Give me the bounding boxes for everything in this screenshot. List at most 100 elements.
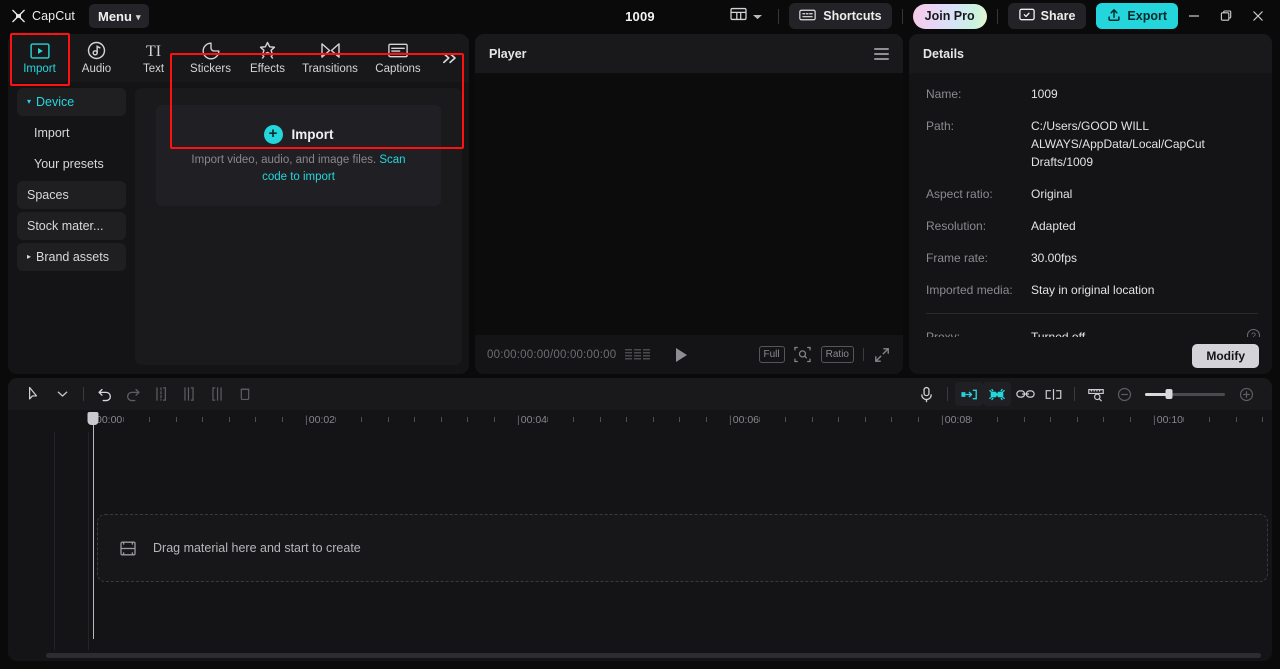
divider (947, 387, 948, 401)
timeline-zoom-slider[interactable] (1145, 389, 1225, 399)
tab-text-label: Text (142, 62, 165, 75)
ruler-minor-tick (811, 417, 813, 422)
export-button[interactable]: Export (1096, 3, 1178, 29)
detail-key: Aspect ratio: (926, 187, 993, 201)
timeline-playhead-line (93, 425, 94, 639)
modify-button[interactable]: Modify (1192, 343, 1259, 368)
audio-waveform-lines-icon[interactable] (625, 349, 651, 360)
zoom-slider-handle[interactable] (1165, 389, 1173, 399)
captions-icon (388, 41, 408, 61)
tab-captions[interactable]: Captions (364, 35, 432, 81)
ruler-minor-tick (414, 417, 415, 422)
ruler-minor-tick (149, 417, 150, 422)
join-pro-button[interactable]: Join Pro (912, 3, 987, 29)
sidebar-item-label: Import (34, 126, 70, 140)
detail-row-resolution: Resolution: Adapted (926, 217, 1258, 235)
ruler-minor-tick (1129, 417, 1131, 422)
details-header: Details (909, 34, 1272, 73)
divider (926, 313, 1258, 314)
ruler-inspect-icon[interactable] (1082, 382, 1110, 406)
divider (863, 348, 864, 361)
svg-text:TI: TI (146, 43, 161, 59)
timeline-ruler[interactable]: 00:00 |00:02 |00:04 |00:06 |00:08 |00:10 (8, 410, 1272, 432)
timeline-dropzone[interactable]: Drag material here and start to create (97, 514, 1268, 582)
detail-row-frame-rate: Frame rate: 30.00fps (926, 249, 1258, 267)
minimize-icon[interactable] (1178, 1, 1210, 31)
full-quality-button[interactable]: Full (758, 346, 785, 363)
tab-audio[interactable]: Audio (68, 35, 125, 81)
import-description-text: Import video, audio, and image files. (191, 154, 380, 167)
microphone-record-icon[interactable] (912, 382, 940, 406)
ruler-minor-tick (440, 417, 442, 422)
tab-captions-label: Captions (375, 62, 421, 75)
sidebar-item-spaces[interactable]: Spaces (17, 181, 126, 209)
timeline-horizontal-scrollbar[interactable] (46, 653, 1261, 658)
plus-circle-icon: + (263, 125, 283, 145)
sidebar-item-brand-assets[interactable]: ▸ Brand assets (17, 243, 126, 271)
chevron-double-right-icon[interactable] (432, 35, 466, 81)
capcut-logo-icon (11, 9, 26, 23)
transitions-bowtie-icon (320, 41, 341, 61)
trim-left-icon[interactable] (175, 382, 203, 406)
detail-value: Stay in original location (1031, 283, 1155, 297)
ruler-minor-tick (891, 417, 892, 422)
close-icon[interactable] (1242, 1, 1274, 31)
detail-value: 30.00fps (1031, 251, 1078, 265)
detail-key: Imported media: (926, 283, 1013, 297)
split-clip-icon[interactable] (147, 382, 175, 406)
layout-panels-icon (730, 7, 747, 26)
fullscreen-expand-icon[interactable] (873, 346, 891, 364)
tab-stickers[interactable]: Stickers (182, 35, 239, 81)
zoom-out-icon[interactable] (1110, 382, 1138, 406)
ruler-minor-tick (705, 417, 707, 422)
play-icon[interactable] (676, 347, 688, 362)
mirror-clip-icon[interactable] (1039, 382, 1067, 406)
ruler-minor-tick (1235, 417, 1237, 422)
hamburger-menu-icon[interactable] (874, 47, 889, 60)
ruler-tick-label: |00:04 (517, 414, 548, 426)
sidebar-item-your-presets[interactable]: Your presets (17, 150, 126, 178)
auto-adjust-icon[interactable] (955, 382, 983, 406)
ratio-button[interactable]: Ratio (820, 346, 854, 363)
sidebar-item-device[interactable]: ▾ Device (17, 88, 126, 116)
tab-audio-label: Audio (81, 62, 112, 75)
trim-right-icon[interactable] (203, 382, 231, 406)
undo-icon[interactable] (91, 382, 119, 406)
import-video-icon (29, 41, 50, 61)
tab-text[interactable]: TI Text (125, 35, 182, 81)
menu-button[interactable]: Menu ▾ (88, 4, 150, 28)
sidebar-item-stock-materials[interactable]: Stock mater... (17, 212, 126, 240)
divider (83, 387, 84, 401)
cursor-mode-chevron-down-icon[interactable] (48, 382, 76, 406)
tab-import[interactable]: Import (11, 35, 68, 81)
ruler-minor-tick (255, 417, 256, 422)
redo-icon[interactable] (119, 382, 147, 406)
player-canvas[interactable] (475, 73, 903, 335)
ruler-minor-tick (175, 417, 177, 422)
player-header: Player (475, 34, 903, 73)
ruler-minor-tick (1103, 417, 1104, 422)
import-dropzone[interactable]: + Import Import video, audio, and image … (156, 105, 441, 206)
cursor-arrow-icon[interactable] (20, 382, 48, 406)
shortcuts-button[interactable]: Shortcuts (789, 3, 892, 29)
sidebar-item-label: Stock mater... (27, 219, 104, 233)
auto-cut-icon[interactable] (983, 382, 1011, 406)
ruler-minor-tick (599, 417, 601, 422)
zoom-to-fit-icon[interactable] (794, 346, 812, 364)
detail-key: Path: (926, 119, 955, 133)
media-sidenav: ▾ Device Import Your presets Spaces Stoc… (8, 82, 135, 374)
detail-value: Adapted (1031, 219, 1076, 233)
ruler-tick-label: |00:02 (305, 414, 336, 426)
delete-trash-icon[interactable] (231, 382, 259, 406)
zoom-in-icon[interactable] (1232, 382, 1260, 406)
maximize-restore-icon[interactable] (1210, 1, 1242, 31)
layout-switch-button[interactable] (724, 4, 768, 29)
timeline-playhead-handle[interactable] (87, 412, 99, 425)
tab-effects[interactable]: Effects (239, 35, 296, 81)
export-upload-icon (1107, 8, 1121, 25)
share-button[interactable]: Share (1007, 3, 1087, 29)
timeline-body[interactable]: Drag material here and start to create (8, 425, 1272, 661)
tab-transitions[interactable]: Transitions (296, 35, 364, 81)
sidebar-item-import[interactable]: Import (17, 119, 126, 147)
link-clips-icon[interactable] (1011, 382, 1039, 406)
